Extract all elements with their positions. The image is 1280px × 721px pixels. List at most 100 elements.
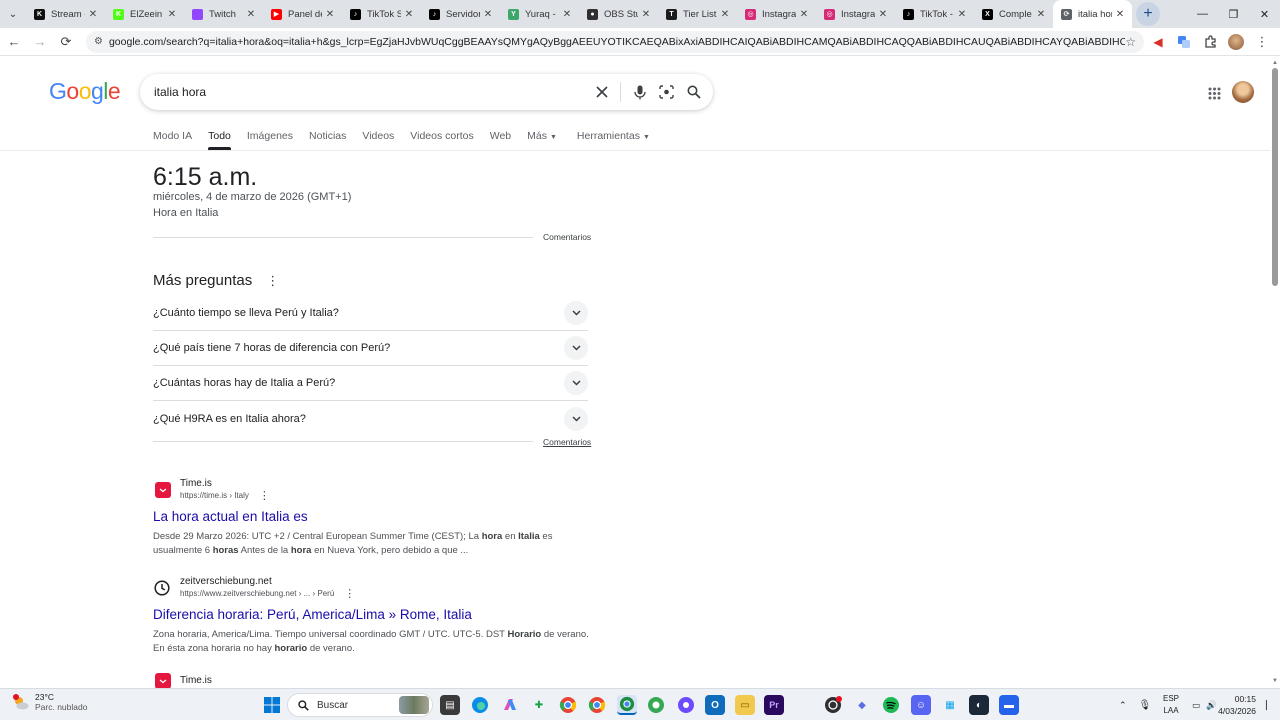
chevron-down-icon[interactable] xyxy=(564,336,588,360)
tab-close-icon[interactable]: ✕ xyxy=(480,9,496,20)
tab-close-icon[interactable]: ✕ xyxy=(1033,9,1049,20)
result-title-link[interactable]: La hora actual en Italia es xyxy=(153,508,593,526)
browser-menu-icon[interactable]: ⋮ xyxy=(1250,30,1274,54)
copilot-icon[interactable] xyxy=(500,695,520,715)
quick-settings[interactable]: ▭ 🔊 xyxy=(1192,689,1217,721)
paa-feedback-link[interactable]: Comentarios xyxy=(543,437,591,447)
browser-tab[interactable]: T Tier List ✕ xyxy=(658,0,737,28)
site-info-icon[interactable]: ⚙ xyxy=(94,36,103,47)
google-logo[interactable]: Google xyxy=(49,78,121,105)
microphone-tray-icon[interactable]: 🎙 xyxy=(1139,700,1152,711)
more-options-icon[interactable]: ⋮ xyxy=(266,273,279,289)
browser-tab[interactable]: ♪ Servidor ✕ xyxy=(421,0,500,28)
tab-web[interactable]: Web xyxy=(490,126,511,150)
browser-tab[interactable]: X Comple ✕ xyxy=(974,0,1053,28)
browser-tab[interactable]: Twitch ✕ xyxy=(184,0,263,28)
spotify-icon[interactable] xyxy=(881,695,901,715)
result-title-link[interactable]: Diferencia horaria: Perú, America/Lima »… xyxy=(153,606,593,624)
browser-tab[interactable]: ◎ Instagra ✕ xyxy=(737,0,816,28)
close-window-icon[interactable]: ✕ xyxy=(1249,0,1280,28)
tab-videos[interactable]: Videos xyxy=(362,126,394,150)
google-apps-icon[interactable] xyxy=(1203,82,1225,104)
result-source[interactable]: Time.is xyxy=(153,673,593,689)
microphone-icon[interactable] xyxy=(626,79,653,106)
windows-start-icon[interactable] xyxy=(262,695,282,715)
result-source[interactable]: Time.is https://time.is › Italy ⋮ xyxy=(153,478,593,502)
chevron-down-icon[interactable] xyxy=(564,406,588,431)
app-icon-green[interactable]: ✚ xyxy=(529,695,549,715)
app-icon-purple[interactable] xyxy=(676,695,696,715)
bookmark-star-icon[interactable]: ☆ xyxy=(1125,35,1136,49)
tab-mas[interactable]: Más ▼ xyxy=(527,126,557,150)
tab-herramientas[interactable]: Herramientas ▼ xyxy=(577,126,650,150)
tab-search-button[interactable]: ⌄ xyxy=(0,0,26,28)
tab-close-icon[interactable]: ✕ xyxy=(638,9,654,20)
new-tab-button[interactable]: + xyxy=(1136,2,1160,26)
search-box[interactable]: italia hora xyxy=(140,74,713,110)
edge-icon[interactable] xyxy=(470,695,490,715)
account-avatar[interactable] xyxy=(1232,81,1254,103)
weather-widget[interactable]: 23°C Parc. nublado xyxy=(12,692,87,713)
chrome-icon[interactable] xyxy=(558,695,578,715)
restore-icon[interactable]: ❐ xyxy=(1218,0,1249,28)
paa-question[interactable]: ¿Qué H9RA es en Italia ahora? xyxy=(153,401,588,436)
translate-extension-icon[interactable] xyxy=(1172,30,1196,54)
forward-button[interactable]: → xyxy=(28,30,52,54)
discord-icon[interactable]: ☺ xyxy=(911,695,931,715)
search-icon[interactable] xyxy=(680,79,707,106)
search-input[interactable]: italia hora xyxy=(154,85,588,99)
obs-icon[interactable] xyxy=(823,695,843,715)
app-icon-bars[interactable]: ▦ xyxy=(940,695,960,715)
scroll-up-icon[interactable]: ▲ xyxy=(1272,60,1278,66)
browser-tab[interactable]: ◎ Instagra ✕ xyxy=(816,0,895,28)
chevron-down-icon[interactable] xyxy=(564,371,588,395)
tray-overflow-icon[interactable]: ⌃ xyxy=(1119,700,1127,711)
camera-lens-icon[interactable] xyxy=(653,79,680,106)
chrome-green-icon[interactable] xyxy=(646,695,666,715)
tab-imagenes[interactable]: Imágenes xyxy=(247,126,293,150)
taskbar-search[interactable]: Buscar xyxy=(287,693,433,717)
minimize-icon[interactable]: — xyxy=(1187,0,1218,28)
extension-megaphone-icon[interactable]: ◀ xyxy=(1146,30,1170,54)
tab-close-icon[interactable]: ✕ xyxy=(85,9,101,20)
browser-tab[interactable]: ▶ Panel de ✕ xyxy=(263,0,342,28)
tab-noticias[interactable]: Noticias xyxy=(309,126,346,150)
tab-close-icon[interactable]: ✕ xyxy=(559,9,575,20)
steam-icon[interactable]: ◐ xyxy=(969,695,989,715)
tab-close-icon[interactable]: ✕ xyxy=(1112,9,1128,20)
tab-modo-ia[interactable]: Modo IA xyxy=(153,126,192,150)
time-card-feedback-link[interactable]: Comentarios xyxy=(543,232,591,242)
browser-tab[interactable]: ● OBS Stud✕ xyxy=(579,0,658,28)
tab-close-icon[interactable]: ✕ xyxy=(401,9,417,20)
notifications-icon[interactable]: ▏ xyxy=(1266,689,1273,721)
tab-close-icon[interactable]: ✕ xyxy=(322,9,338,20)
file-explorer-icon[interactable]: ▭ xyxy=(735,695,755,715)
more-options-icon[interactable]: ⋮ xyxy=(344,588,355,600)
extensions-puzzle-icon[interactable] xyxy=(1198,30,1222,54)
profile-avatar-small[interactable] xyxy=(1224,30,1248,54)
scrollbar-thumb[interactable] xyxy=(1272,68,1278,286)
more-options-icon[interactable]: ⋮ xyxy=(259,490,270,502)
paa-question[interactable]: ¿Cuánto tiempo se lleva Perú y Italia? xyxy=(153,296,588,331)
clear-icon[interactable] xyxy=(588,79,615,106)
premiere-pro-icon[interactable]: Pr xyxy=(764,695,784,715)
app-icon-diamond[interactable]: ◆ xyxy=(852,695,872,715)
tab-todo[interactable]: Todo xyxy=(208,126,231,150)
language-indicator[interactable]: ESP LAA xyxy=(1163,693,1179,717)
tab-close-icon[interactable]: ✕ xyxy=(164,9,180,20)
tab-videos-cortos[interactable]: Videos cortos xyxy=(410,126,473,150)
paa-question[interactable]: ¿Cuántas horas hay de Italia a Perú? xyxy=(153,366,588,401)
paa-question[interactable]: ¿Qué país tiene 7 horas de diferencia co… xyxy=(153,331,588,366)
chrome-active-icon[interactable] xyxy=(617,695,637,715)
tab-close-icon[interactable]: ✕ xyxy=(243,9,259,20)
chevron-down-icon[interactable] xyxy=(564,301,588,325)
taskbar-clock[interactable]: 00:15 4/03/2026 xyxy=(1218,693,1256,717)
reload-button[interactable]: ⟳ xyxy=(54,30,78,54)
browser-tab[interactable]: ⟳ italia hor ✕ xyxy=(1053,0,1132,28)
browser-tab[interactable]: ♪ TikTok - ✕ xyxy=(895,0,974,28)
back-button[interactable]: ← xyxy=(2,30,26,54)
browser-tab[interactable]: K ElZeein S✕ xyxy=(105,0,184,28)
tab-close-icon[interactable]: ✕ xyxy=(796,9,812,20)
address-bar[interactable]: ⚙ google.com/search?q=italia+hora&oq=ita… xyxy=(86,30,1144,53)
chrome-profile-icon[interactable] xyxy=(587,695,607,715)
